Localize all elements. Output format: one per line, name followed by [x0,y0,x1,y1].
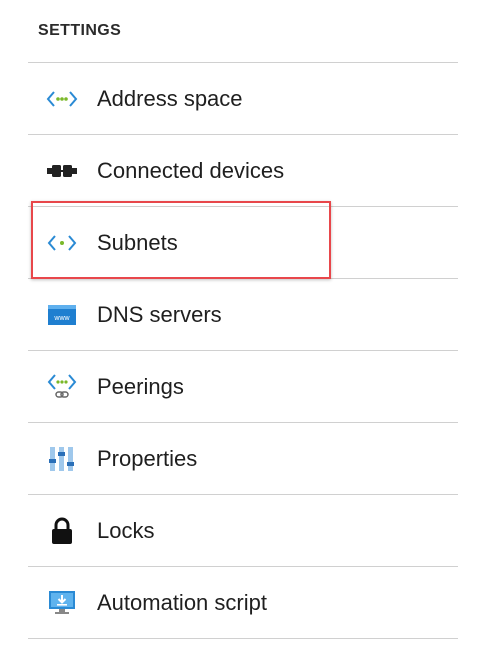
menu-item-label: Locks [97,517,155,543]
menu-item-locks[interactable]: Locks [28,495,458,567]
settings-menu: Address space Connected devices Subnets [28,62,458,639]
menu-item-label: DNS servers [97,301,222,327]
address-space-icon [46,84,78,114]
dns-servers-icon: www [46,300,78,330]
menu-item-label: Peerings [97,373,184,399]
menu-item-label: Properties [97,445,198,471]
automation-script-icon [46,588,78,618]
section-title: SETTINGS [38,22,122,39]
lock-icon [46,516,78,546]
menu-item-dns-servers[interactable]: www DNS servers [28,279,458,351]
menu-item-label: Subnets [97,229,178,255]
menu-item-address-space[interactable]: Address space [28,63,458,135]
menu-item-properties[interactable]: Properties [28,423,458,495]
peerings-icon [46,372,78,402]
connected-devices-icon [46,156,78,186]
menu-item-peerings[interactable]: Peerings [28,351,458,423]
menu-item-connected-devices[interactable]: Connected devices [28,135,458,207]
menu-item-label: Address space [97,85,243,111]
properties-icon [46,444,78,474]
menu-item-label: Connected devices [97,157,285,183]
svg-text:www: www [53,315,70,322]
subnets-icon [46,228,78,258]
menu-item-subnets[interactable]: Subnets [28,207,458,279]
menu-item-automation-script[interactable]: Automation script [28,567,458,639]
menu-item-label: Automation script [97,589,267,615]
